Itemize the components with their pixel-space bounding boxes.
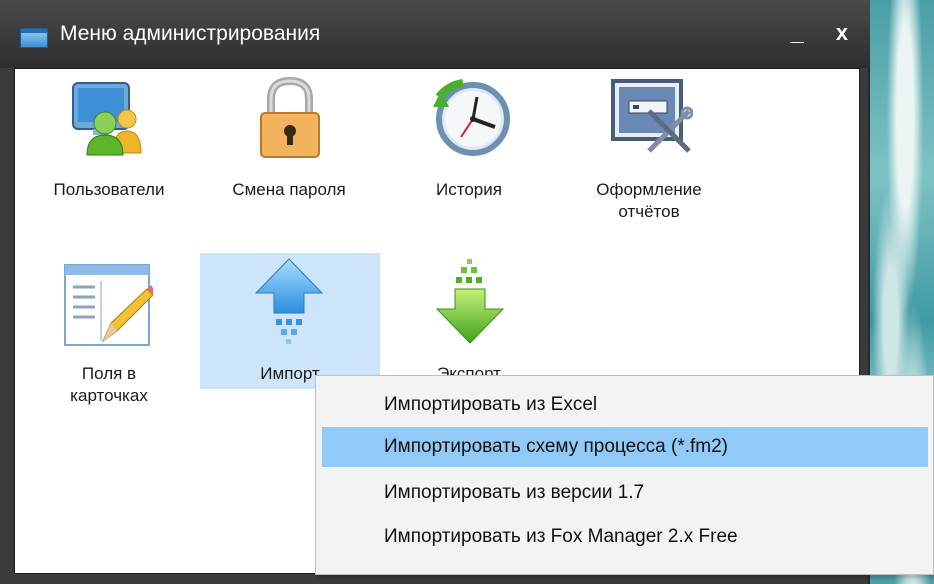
tile-import[interactable]: Импорт [200,253,380,389]
import-context-menu: Импортировать из Excel Импортировать схе… [315,375,934,575]
padlock-icon [260,76,320,158]
menu-item-label: Импортировать из версии 1.7 [384,482,645,503]
minimize-button[interactable]: _ [782,18,812,48]
tile-history[interactable]: История [389,69,549,239]
history-clock-icon [433,79,510,156]
tile-users[interactable]: Пользователи [29,69,189,239]
menu-item-import-process-scheme[interactable]: Импортировать схему процесса (*.fm2) [322,427,928,467]
import-arrow-icon [254,258,324,344]
window-app-icon [20,28,48,48]
menu-item-label: Импортировать из Excel [384,394,598,415]
tile-card-fields[interactable]: Поля в карточках [29,253,189,423]
menu-item-label: Импортировать схему процесса (*.fm2) [384,436,728,457]
export-arrow-icon [435,259,505,344]
window-title: Меню администрирования [60,22,321,45]
users-icon [72,82,142,156]
menu-item-import-version-17[interactable]: Импортировать из версии 1.7 [322,473,928,513]
tile-label: Поля в карточках [70,364,148,405]
tile-label: Смена пароля [232,180,346,199]
tile-change-password[interactable]: Смена пароля [209,69,369,239]
close-button[interactable]: x [827,18,857,48]
card-fields-icon [64,264,153,346]
tile-label: История [436,180,502,199]
menu-item-import-fox-manager[interactable]: Импортировать из Fox Manager 2.x Free [322,517,928,557]
tile-label: Оформление отчётов [596,180,702,221]
menu-item-import-excel[interactable]: Импортировать из Excel [322,385,928,425]
tile-label: Пользователи [53,180,165,199]
menu-item-label: Импортировать из Fox Manager 2.x Free [384,526,738,547]
title-bar[interactable]: Меню администрирования _ x [0,0,870,68]
tile-export[interactable]: Экспорт [389,253,549,389]
report-design-icon [611,79,693,153]
tile-report-design[interactable]: Оформление отчётов [569,69,729,239]
